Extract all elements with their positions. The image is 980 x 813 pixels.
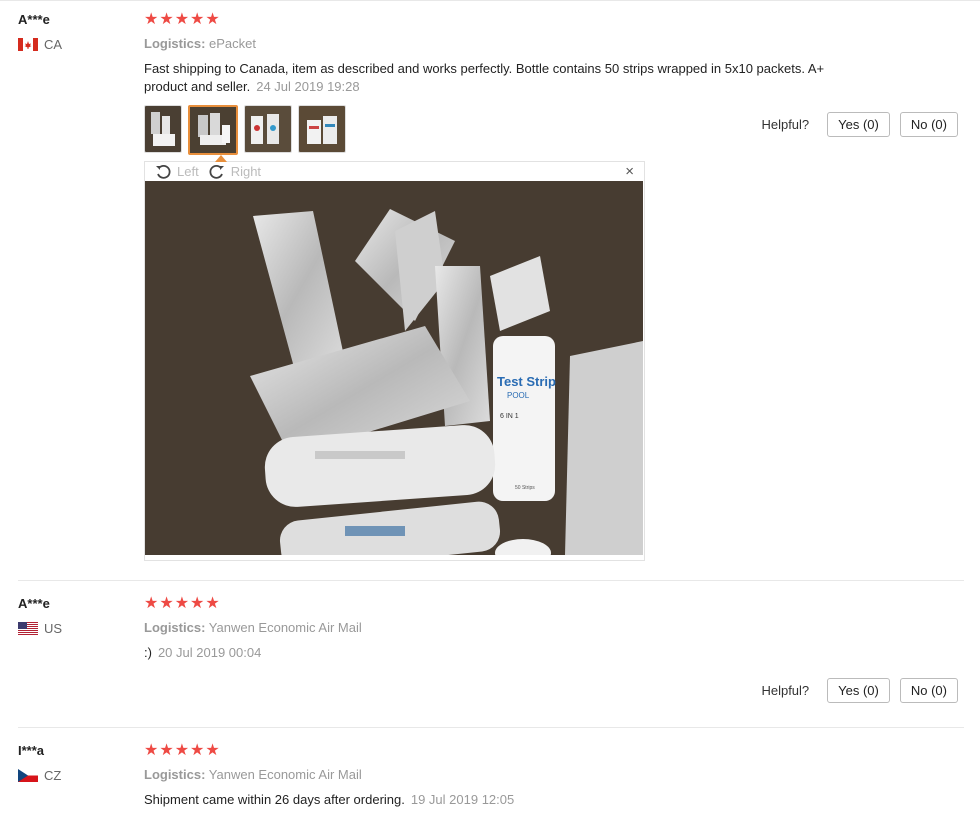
helpful-label: Helpful? bbox=[761, 117, 810, 132]
country-code: CA bbox=[44, 37, 63, 52]
bottle-type: 6 IN 1 bbox=[500, 413, 519, 420]
logistics-label: Logistics: bbox=[144, 767, 206, 782]
rotate-left-button[interactable]: Left bbox=[155, 164, 199, 180]
reviewer-name: I***a bbox=[18, 743, 45, 758]
viewer-toolbar: Left Right × bbox=[145, 162, 644, 181]
review-text: Shipment came within 26 days after order… bbox=[144, 792, 405, 807]
photo-thumbnail[interactable] bbox=[144, 105, 182, 153]
review-text-block: :) 20 Jul 2019 00:04 bbox=[144, 644, 864, 662]
helpful-no-button[interactable]: No (0) bbox=[899, 112, 958, 137]
photo-thumbnail[interactable] bbox=[244, 105, 292, 153]
close-icon[interactable]: × bbox=[625, 162, 634, 181]
review-text-block: Fast shipping to Canada, item as describ… bbox=[144, 60, 864, 96]
bottle-sub: POOL bbox=[507, 391, 530, 400]
logistics-info: Logistics: Yanwen Economic Air Mail bbox=[144, 767, 362, 782]
logistics-label: Logistics: bbox=[144, 36, 206, 51]
rotate-right-label: Right bbox=[230, 164, 262, 179]
review-date: 20 Jul 2019 00:04 bbox=[157, 645, 262, 660]
logistics-info: Logistics: Yanwen Economic Air Mail bbox=[144, 620, 362, 635]
logistics-value: Yanwen Economic Air Mail bbox=[208, 767, 362, 782]
star-rating: ★★★★★ bbox=[144, 742, 221, 759]
country-code: CZ bbox=[44, 768, 62, 783]
logistics-label: Logistics: bbox=[144, 620, 206, 635]
viewer-pointer bbox=[215, 155, 227, 162]
review-photo: Test Strip POOL 6 IN 1 50 Strips bbox=[145, 181, 643, 555]
rotate-right-icon bbox=[209, 164, 224, 179]
review-date: 19 Jul 2019 12:05 bbox=[410, 792, 515, 807]
star-rating: ★★★★★ bbox=[144, 11, 221, 28]
review-text-block: Shipment came within 26 days after order… bbox=[144, 791, 864, 809]
review-date: 24 Jul 2019 19:28 bbox=[256, 79, 360, 94]
photo-thumbnails bbox=[144, 105, 346, 155]
helpful-yes-button[interactable]: Yes (0) bbox=[827, 678, 890, 703]
star-rating: ★★★★★ bbox=[144, 595, 221, 612]
reviewer-country: CZ bbox=[18, 768, 61, 783]
reviewer-country: CA bbox=[18, 37, 62, 52]
logistics-value: ePacket bbox=[209, 36, 257, 51]
rotate-right-button[interactable]: Right bbox=[209, 164, 261, 180]
bottle-brand: Test Strip bbox=[497, 374, 556, 389]
review-item: A***e CA ★★★★★ Logistics: ePacket Fast s… bbox=[18, 0, 964, 570]
review-item: A***e US ★★★★★ Logistics: Yanwen Economi… bbox=[18, 581, 964, 726]
bottle-count: 50 Strips bbox=[515, 485, 535, 491]
photo-thumbnail-selected[interactable] bbox=[188, 105, 238, 155]
review-item: I***a CZ ★★★★★ Logistics: Yanwen Economi… bbox=[18, 728, 964, 813]
reviewer-country: US bbox=[18, 621, 62, 636]
rotate-left-label: Left bbox=[177, 164, 199, 179]
reviewer-name: A***e bbox=[18, 596, 50, 611]
logistics-value: Yanwen Economic Air Mail bbox=[208, 620, 362, 635]
review-text: Fast shipping to Canada, item as describ… bbox=[144, 61, 825, 94]
rotate-left-icon bbox=[156, 164, 171, 179]
us-flag-icon bbox=[18, 622, 38, 635]
review-text: :) bbox=[144, 645, 152, 660]
photo-thumbnail[interactable] bbox=[298, 105, 346, 153]
canada-flag-icon bbox=[18, 38, 38, 51]
helpful-voting: Helpful? Yes (0) No (0) bbox=[761, 678, 958, 703]
photo-viewer: Left Right × Test Strip POOL 6 IN 1 50 S… bbox=[144, 155, 645, 561]
helpful-no-button[interactable]: No (0) bbox=[899, 678, 958, 703]
helpful-yes-button[interactable]: Yes (0) bbox=[827, 112, 890, 137]
czech-flag-icon bbox=[18, 769, 38, 782]
helpful-label: Helpful? bbox=[761, 683, 810, 698]
country-code: US bbox=[44, 621, 63, 636]
reviewer-name: A***e bbox=[18, 12, 50, 27]
helpful-voting: Helpful? Yes (0) No (0) bbox=[761, 112, 958, 137]
logistics-info: Logistics: ePacket bbox=[144, 36, 256, 51]
